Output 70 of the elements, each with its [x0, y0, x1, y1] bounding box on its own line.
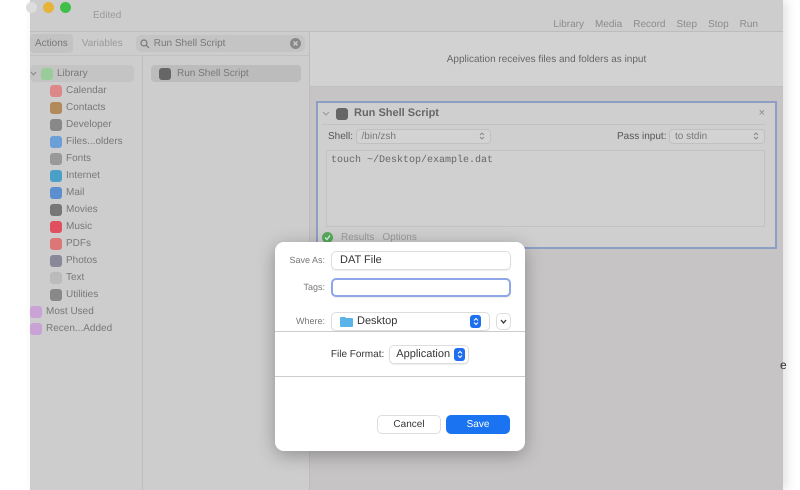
category-icon — [50, 238, 62, 250]
partial-text: e — [780, 357, 787, 374]
chevron-icon — [500, 319, 507, 324]
search-field[interactable]: Run Shell Script — [136, 35, 305, 52]
sidebar-item[interactable]: Text — [30, 269, 142, 286]
toolbar-button[interactable]: Stop — [708, 17, 729, 32]
category-icon — [50, 102, 62, 114]
category-icon — [50, 254, 62, 266]
sidebar-item[interactable]: Utilities — [30, 286, 142, 303]
field-label: File Format: — [330, 348, 384, 362]
sidebar-item[interactable]: Developer — [30, 116, 142, 133]
sidebar-item[interactable]: Contacts — [30, 99, 142, 116]
sidebar-item[interactable]: Library — [30, 65, 134, 82]
toolbar-button[interactable]: Media — [594, 17, 622, 32]
collapse-icon[interactable] — [322, 110, 330, 116]
category-icon — [50, 186, 62, 198]
sidebar-item[interactable]: Most Used — [30, 303, 142, 320]
category-icon — [50, 204, 62, 216]
workflow-input-text: Application receives files and folders as input — [446, 52, 646, 66]
toolbar-button[interactable]: Step — [676, 17, 698, 32]
category-icon — [50, 288, 62, 300]
shell-select[interactable]: /bin/zsh — [356, 128, 491, 144]
field-label: Pass input: — [617, 130, 666, 144]
sidebar-item[interactable]: Internet — [30, 167, 142, 184]
sidebar-item[interactable]: Calendar — [30, 82, 142, 99]
check-icon — [322, 232, 333, 242]
category-icon — [50, 152, 62, 164]
sidebar-item[interactable]: Fonts — [30, 150, 142, 167]
toolbar-button[interactable]: Library — [553, 17, 584, 32]
field-label: Save As: — [288, 254, 325, 267]
disclosure-icon[interactable] — [30, 70, 37, 77]
zoom-button[interactable] — [60, 2, 71, 13]
sidebar-item[interactable]: Photos — [30, 252, 142, 269]
sidebar-item[interactable]: Files...olders — [30, 133, 142, 150]
sidebar-item[interactable]: PDFs — [30, 235, 142, 252]
stepper-icon — [454, 348, 466, 360]
category-icon — [50, 118, 62, 130]
field-label: Tags: — [302, 280, 325, 294]
sidebar-item[interactable]: Mail — [30, 184, 142, 201]
sidebar-item[interactable]: Recen...Added — [30, 320, 142, 337]
stepper-icon — [478, 132, 485, 140]
location-select[interactable]: Desktop — [331, 312, 490, 331]
tags-field[interactable] — [331, 278, 511, 297]
clear-icon[interactable] — [290, 38, 301, 49]
minimize-button[interactable] — [43, 2, 54, 13]
close-button[interactable] — [26, 2, 37, 13]
category-icon — [50, 220, 62, 232]
action-item[interactable]: Run Shell Script — [151, 65, 301, 82]
category-icon — [50, 170, 62, 182]
sidebar-item[interactable]: Movies — [30, 201, 142, 218]
stepper-icon — [470, 315, 481, 328]
search-icon — [140, 38, 150, 48]
save-button[interactable]: Save — [446, 415, 510, 434]
close-button[interactable]: × — [758, 105, 765, 122]
script-editor[interactable]: touch ~/Desktop/example.dat — [326, 150, 765, 227]
cancel-button[interactable]: Cancel — [377, 415, 441, 434]
pass-input-select[interactable]: to stdin — [669, 128, 765, 144]
save-as-field[interactable]: DAT File — [331, 251, 511, 270]
sidebar-item[interactable]: Music — [30, 218, 142, 235]
expand-button[interactable] — [496, 313, 511, 330]
action-title: Run Shell Script — [354, 106, 440, 122]
stepper-icon — [753, 132, 759, 140]
category-icon — [50, 84, 62, 96]
library-tab[interactable]: Actions — [30, 34, 73, 53]
field-label: Where: — [294, 314, 325, 328]
file-format-select[interactable]: Application — [389, 344, 470, 364]
toolbar-button[interactable]: Run — [740, 17, 758, 32]
field-label: Shell: — [328, 130, 354, 144]
toolbar-button[interactable]: Record — [633, 17, 666, 32]
category-icon — [50, 136, 62, 148]
